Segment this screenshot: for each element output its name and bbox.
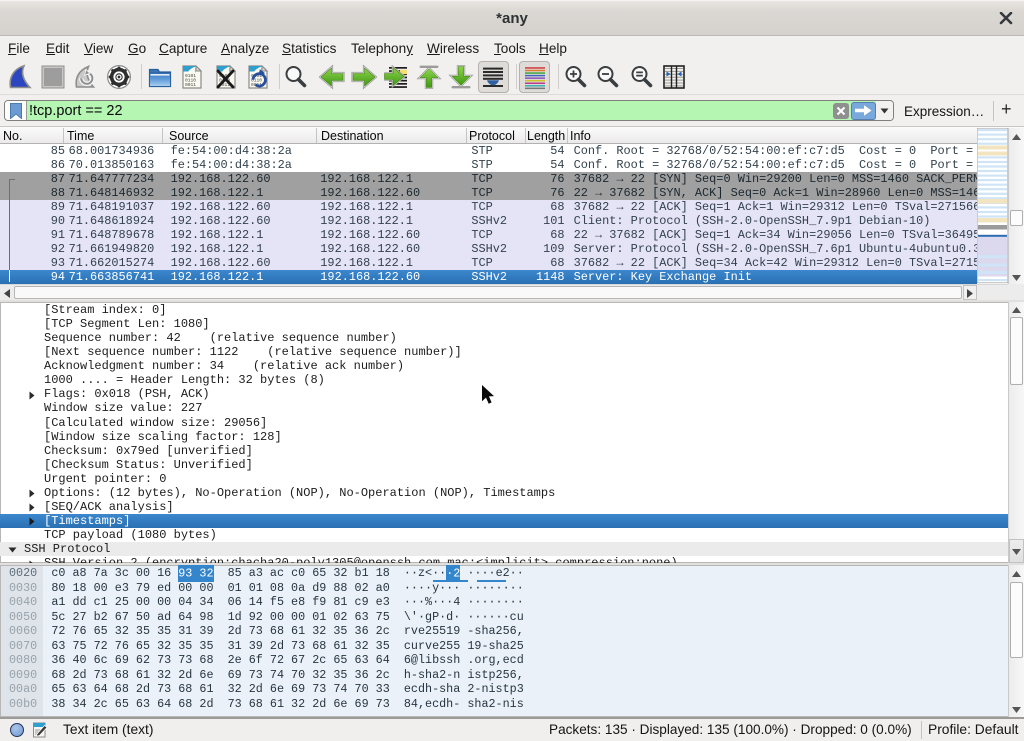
svg-text:0011: 0011 xyxy=(185,82,196,88)
